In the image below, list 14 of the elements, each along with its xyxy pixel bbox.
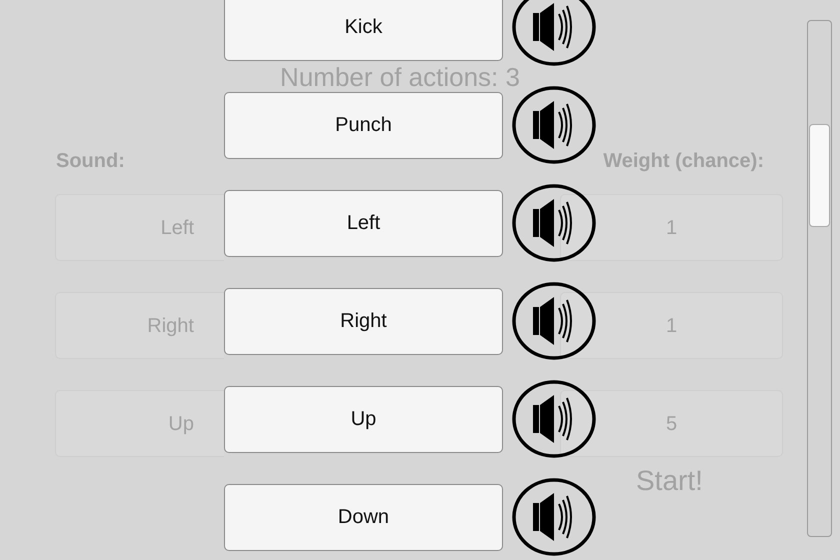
option-button[interactable]: Down (224, 484, 503, 550)
speaker-icon[interactable] (512, 0, 596, 66)
speaker-icon[interactable] (512, 86, 596, 164)
option-button[interactable]: Right (224, 288, 503, 354)
speaker-icon[interactable] (512, 184, 596, 262)
option-button[interactable]: Up (224, 386, 503, 452)
scrollbar-track[interactable] (807, 20, 832, 537)
option-button[interactable]: Punch (224, 92, 503, 158)
speaker-icon[interactable] (512, 478, 596, 556)
speaker-icon[interactable] (512, 380, 596, 458)
speaker-icon[interactable] (512, 282, 596, 360)
scrollbar-thumb[interactable] (809, 124, 830, 227)
option-button[interactable]: Kick (224, 0, 503, 60)
option-button[interactable]: Left (224, 190, 503, 256)
